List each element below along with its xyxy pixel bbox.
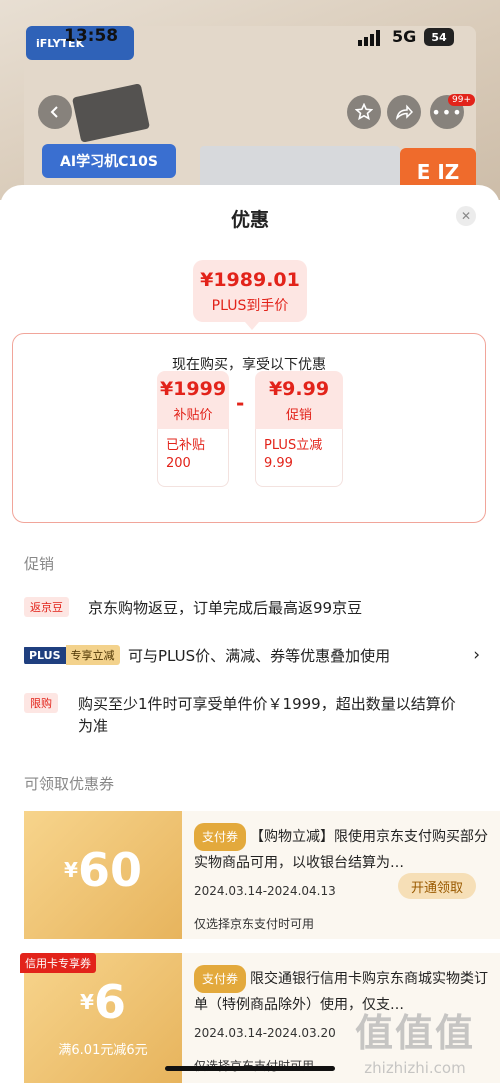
coupon-info-panel: 支付券 【购物立减】限使用京东支付购买部分实物商品可用，以收银台结算为… 2024… (182, 811, 500, 939)
limit-tag: 限购 (24, 693, 58, 713)
back-button[interactable] (38, 95, 72, 129)
coupon-section-title: 可领取优惠券 (24, 775, 115, 793)
promo-detail: PLUS立减 9.99 (255, 429, 343, 487)
close-button[interactable]: ✕ (456, 206, 476, 226)
coupon-date: 2024.03.14-2024.04.13 (194, 884, 336, 898)
signal-icon (358, 30, 384, 51)
jingdou-tag: 返京豆 (24, 597, 69, 617)
coupon-amount: ¥60 (24, 843, 182, 897)
battery-icon: 54 (424, 28, 454, 46)
final-price: ¥1989.01 (200, 269, 300, 291)
product-label: AI学习机C10S (42, 144, 176, 178)
coupon-note: 仅选择京东支付时可用 (194, 917, 315, 931)
coupon-value: 6 (93, 975, 126, 1029)
plus-text: 可与PLUS价、满减、券等优惠叠加使用 (128, 647, 391, 665)
watermark-logo: 值值值 zhizhizhi.com (330, 1002, 500, 1083)
pay-coupon-tag: 支付券 (194, 823, 247, 851)
watermark-url: zhizhizhi.com (364, 1059, 466, 1077)
subsidy-label: 补贴价 (173, 408, 213, 423)
credit-card-badge: 信用卡专享券 (20, 953, 96, 973)
message-badge: 99+ (448, 94, 475, 106)
promo-row-jingdou: 返京豆 京东购物返豆，订单完成后最高返99京豆 (24, 597, 484, 619)
close-icon: ✕ (460, 209, 472, 223)
claim-button[interactable]: 开通领取 (398, 873, 476, 899)
subsidy-price-pill: ¥1999 补贴价 (157, 371, 229, 429)
favorite-button[interactable] (347, 95, 381, 129)
plus-tag-b: 专享立减 (65, 645, 120, 665)
star-icon (355, 103, 373, 121)
promo-price-pill: ¥9.99 促销 (255, 371, 343, 429)
sheet-title: 优惠 (230, 209, 269, 231)
coupon-amount-panel: ¥60 (24, 811, 182, 939)
subsidy-price: ¥1999 (159, 378, 227, 400)
final-price-box: ¥1989.01 PLUS到手价 (193, 260, 307, 322)
plus-tag: PLUS 专享立减 (24, 645, 120, 665)
coupon-date: 2024.03.14-2024.03.20 (194, 1026, 336, 1040)
network-label: 5G (392, 27, 417, 46)
promo-price: ¥9.99 (268, 378, 330, 400)
jingdou-text: 京东购物返豆，订单完成后最高返99京豆 (88, 599, 363, 617)
share-button[interactable] (387, 95, 421, 129)
coupon-currency: ¥ (80, 990, 94, 1014)
plus-tag-a: PLUS (24, 647, 66, 664)
pay-coupon-tag: 支付券 (194, 965, 247, 993)
watermark-text: 值值值 (354, 1011, 475, 1055)
minus-sign: - (236, 391, 245, 415)
coupon-description: 支付券 【购物立减】限使用京东支付购买部分实物商品可用，以收银台结算为… (194, 823, 494, 875)
subsidy-detail: 已补贴 200 (157, 429, 229, 487)
coupon-amount: ¥6 (24, 975, 182, 1029)
home-indicator[interactable] (165, 1066, 335, 1071)
share-icon (395, 104, 413, 121)
breakdown-title: 现在购买，享受以下优惠 (172, 357, 326, 373)
coupon-value: 60 (77, 843, 142, 897)
status-bar: 13:58 5G 54 (0, 26, 500, 50)
promo-row-limit: 限购 购买至少1件时可享受单件价￥1999，超出数量以结算价为准 (24, 693, 484, 737)
coupon-currency: ¥ (64, 858, 78, 882)
promo-label: 促销 (285, 408, 312, 423)
discount-sheet: 优惠 ✕ ¥1989.01 PLUS到手价 现在购买，享受以下优惠 ¥1999 … (0, 185, 500, 1083)
promo-row-plus[interactable]: PLUS 专享立减 可与PLUS价、满减、券等优惠叠加使用 › (24, 645, 484, 667)
breakdown-box: 现在购买，享受以下优惠 ¥1999 补贴价 已补贴 200 - ¥9.99 促销… (12, 333, 486, 523)
promo-section-title: 促销 (24, 555, 55, 573)
final-price-label: PLUS到手价 (211, 298, 289, 314)
limit-text: 购买至少1件时可享受单件价￥1999，超出数量以结算价为准 (78, 695, 456, 735)
chevron-right-icon: › (473, 645, 480, 665)
status-time: 13:58 (64, 26, 119, 46)
coupon-card: ¥60 支付券 【购物立减】限使用京东支付购买部分实物商品可用，以收银台结算为… … (24, 811, 500, 939)
pointer-arrow (245, 322, 259, 330)
coupon-condition: 满6.01元减6元 (58, 1043, 148, 1058)
